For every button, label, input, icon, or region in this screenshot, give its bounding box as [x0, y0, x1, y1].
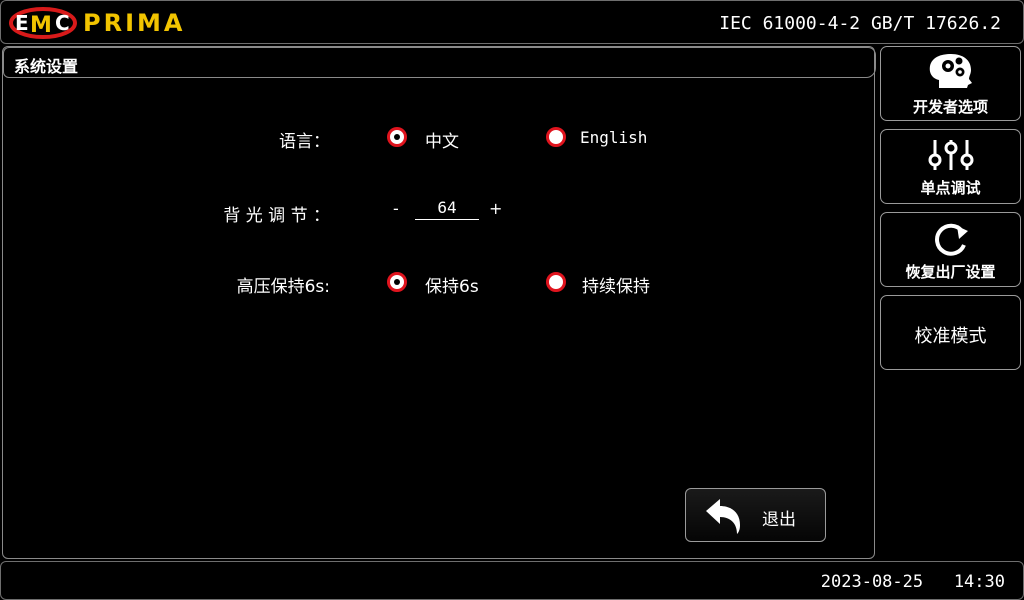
standards-label: IEC 61000-4-2 GB/T 17626.2 [719, 13, 1001, 34]
hv-hold-option-6s[interactable]: 保持6s [425, 272, 479, 297]
language-radio-chinese[interactable] [387, 127, 407, 147]
hv-hold-label: 高压保持6s: [236, 277, 330, 297]
system-settings-panel: 系统设置 [2, 46, 876, 559]
brand-name: PRIMA [83, 9, 186, 37]
brand-logo: E M C PRIMA [9, 5, 185, 41]
date-time: 2023-08-25 14:30 [820, 572, 1005, 592]
head-gears-icon [929, 54, 972, 88]
status-bar: 2023-08-25 14:30 [0, 561, 1024, 600]
single-point-debug-button[interactable]: 单点调试 [880, 129, 1021, 204]
calibration-mode-button[interactable]: 校准模式 [880, 295, 1021, 370]
refresh-icon [935, 223, 968, 256]
calibration-mode-label: 校准模式 [914, 326, 987, 347]
top-bar: E M C PRIMA IEC 61000-4-2 GB/T 17626.2 [0, 0, 1024, 44]
sliders-icon [928, 140, 974, 170]
svg-text:M: M [30, 13, 52, 38]
language-radio-english[interactable] [546, 127, 566, 147]
factory-reset-label: 恢复出厂设置 [905, 263, 996, 281]
language-option-chinese[interactable]: 中文 [425, 127, 459, 152]
developer-options-label: 开发者选项 [912, 98, 988, 116]
backlight-label: 背 光 调 节 ： [223, 206, 330, 226]
panel-title-bar: 系统设置 [3, 47, 876, 78]
hv-hold-radio-continuous[interactable] [546, 272, 566, 292]
language-option-english[interactable]: English [580, 128, 647, 147]
developer-options-button[interactable]: 开发者选项 [880, 46, 1021, 121]
emc-logo-mark: E M C [9, 7, 77, 39]
hv-hold-radio-6s[interactable] [387, 272, 407, 292]
exit-button[interactable]: 退出 [685, 488, 826, 542]
backlight-decrease-button[interactable]: - [393, 199, 399, 218]
page-title: 系统设置 [14, 57, 79, 76]
svg-text:C: C [55, 11, 70, 35]
single-point-debug-label: 单点调试 [920, 179, 981, 197]
factory-reset-button[interactable]: 恢复出厂设置 [880, 212, 1021, 287]
language-label: 语言： [279, 132, 330, 152]
hv-hold-option-continuous[interactable]: 持续保持 [582, 272, 650, 297]
svg-text:E: E [15, 11, 29, 35]
backlight-increase-button[interactable]: + [489, 199, 502, 218]
backlight-value[interactable]: 64 [415, 198, 479, 220]
exit-button-label: 退出 [762, 510, 796, 530]
back-arrow-icon [706, 499, 740, 534]
